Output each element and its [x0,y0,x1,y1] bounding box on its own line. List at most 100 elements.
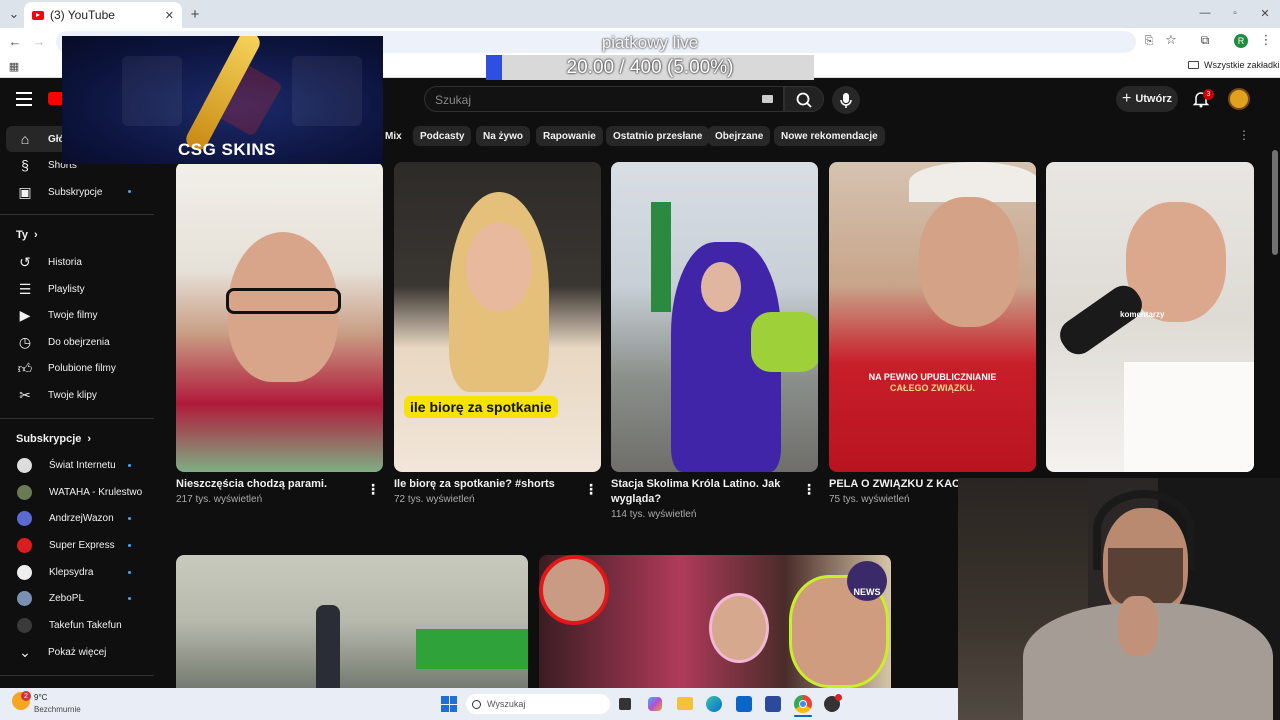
file-explorer-icon[interactable] [677,697,693,710]
channel-avatar [17,617,32,633]
tab-youtube[interactable]: (3) YouTube ✕ [24,2,182,28]
tab-close-icon[interactable]: ✕ [165,9,174,22]
menu-kebab-icon[interactable]: ⋮ [1260,32,1273,47]
outlook-icon[interactable] [736,696,752,712]
sidebar-item-subscriptions[interactable]: ▣ Subskrypcje [14,180,154,204]
create-label: Utwórz [1135,93,1172,105]
chip-live[interactable]: Na żywo [476,126,531,146]
chevron-down-icon: ⌄ [19,643,31,660]
all-bookmarks[interactable]: Wszystkie zakładki [1188,60,1280,70]
thumbnail-shirt [1124,362,1254,472]
feed-options-icon[interactable]: ⋮ [1238,128,1250,142]
video-options-icon[interactable]: ⋮ [366,481,380,498]
channel-avatar [17,537,32,553]
video-options-icon[interactable]: ⋮ [584,481,598,498]
video-thumbnail[interactable] [176,162,383,472]
tab-search-chevron-icon[interactable]: ⌄ [6,6,22,22]
sidebar-sub-takefun[interactable]: Takefun Takefun [14,613,154,637]
channel-avatar [17,590,32,606]
app-notification-dot [835,694,842,701]
minimize-icon[interactable]: — [1198,6,1212,20]
sponsor-banner: CSG SKINS [62,36,383,164]
video-title[interactable]: PELA O ZWIĄZKU Z KACZO [829,477,959,492]
back-icon[interactable]: ← [8,34,22,49]
sidebar-item-label: Super Express [49,539,115,551]
video-thumbnail[interactable] [176,555,528,688]
sidebar-sub-klepsydra[interactable]: Klepsydra [14,560,154,584]
channel-avatar [17,510,32,526]
edge-icon[interactable] [706,696,722,712]
voice-search-button[interactable] [832,86,860,114]
sidebar-item-your-videos[interactable]: ▶ Twoje filmy [14,303,154,327]
sidebar-item-liked-videos[interactable]: 👍︎ Polubione filmy [14,356,154,380]
sponsor-logo-text: CSG SKINS [178,140,277,159]
video-thumbnail[interactable]: ile biorę za spotkanie [394,162,601,472]
thumbnail-face [466,222,532,312]
cast-icon[interactable]: ⎘ [1142,34,1156,48]
subscriptions-icon: ▣ [18,183,32,200]
chip-rap[interactable]: Rapowanie [536,126,603,146]
thumbnail-face [709,593,769,663]
create-button[interactable]: + Utwórz [1116,86,1178,112]
windows-start-icon[interactable] [441,696,457,712]
subs-heading-label: Subskrypcje [16,433,82,445]
video-title[interactable]: Stacja Skolima Króla Latino. Jak [611,478,780,490]
sidebar-item-label: Subskrypcje [48,186,103,198]
apps-grid-icon[interactable]: ▦ [8,60,20,73]
search-input[interactable]: Szukaj [424,86,784,112]
video-thumbnail[interactable] [611,162,818,472]
page-scrollbar[interactable] [1272,150,1278,255]
sidebar-item-your-clips[interactable]: ✂ Twoje klipy [14,383,154,407]
weather-temperature[interactable]: 9°C [34,693,47,702]
news-badge-label: NEWS [853,587,881,597]
sidebar-sub-swiat-internetu[interactable]: Świat Internetu [14,453,154,477]
sidebar-sub-super-express[interactable]: Super Express [14,533,154,557]
extensions-icon[interactable]: ⧉ [1198,33,1212,47]
chip-new-recommendations[interactable]: Nowe rekomendacje [774,126,885,146]
video-options-icon[interactable]: ⋮ [802,481,816,498]
search-button[interactable] [784,86,824,112]
forward-icon[interactable]: → [32,34,46,49]
taskbar-search-box[interactable]: Wyszukaj [466,694,610,714]
store-icon[interactable] [765,696,781,712]
new-tab-icon[interactable]: + [188,6,202,23]
video-title[interactable]: Ile biorę za spotkanie? #shorts [394,477,574,492]
chip-watched[interactable]: Obejrzane [708,126,771,146]
video-thumbnail[interactable]: NA PEWNO UPUBLICZNIANIE CAŁEGO ZWIĄZKU. [829,162,1036,472]
video-thumbnail[interactable]: NEWS [539,555,891,688]
thumbnail-face [919,197,1019,327]
chip-podcasts[interactable]: Podcasty [413,126,472,146]
copilot-icon[interactable] [648,697,662,711]
channel-avatar [17,484,32,500]
chip-recently-uploaded[interactable]: Ostatnio przesłane [606,126,710,146]
task-view-icon[interactable] [619,698,631,710]
video-thumbnail[interactable]: komentarzy [1046,162,1254,472]
video-title-continued[interactable]: wygląda? [611,493,661,505]
chrome-icon[interactable] [794,695,812,713]
account-avatar[interactable] [1228,88,1250,110]
window-close-icon[interactable]: ✕ [1258,6,1272,20]
sidebar-sub-wataha[interactable]: WATAHA - Krulestwo [14,480,154,504]
all-bookmarks-label: Wszystkie zakładki [1204,60,1280,70]
sidebar-item-label: Twoje klipy [48,389,97,401]
hamburger-menu-icon[interactable] [16,92,32,106]
restore-icon[interactable]: ▫ [1228,6,1242,20]
sidebar-sub-zebopl[interactable]: ZeboPL [14,586,154,610]
sidebar-item-label: ZeboPL [49,592,85,604]
keyboard-icon[interactable] [762,95,773,103]
sidebar-item-watch-later[interactable]: ◷ Do obejrzenia [14,330,154,354]
sidebar-show-more[interactable]: ⌄ Pokaż więcej [14,640,154,664]
bookmark-star-icon[interactable]: ☆ [1164,32,1178,47]
sidebar-sub-andrzejwazon[interactable]: AndrzejWazon [14,506,154,530]
sidebar-item-history[interactable]: ↺ Historia [14,250,154,274]
sidebar-subscriptions-heading[interactable]: Subskrypcje › [16,433,91,445]
thumbnail-cap [909,162,1036,202]
sidebar-you-heading[interactable]: Ty › [16,229,38,241]
sidebar-item-playlists[interactable]: ☰ Playlisty [14,277,154,301]
scissors-icon: ✂ [19,386,31,403]
sidebar-item-label: AndrzejWazon [49,512,114,524]
video-title[interactable]: Nieszczęścia chodzą parami. [176,477,356,492]
profile-avatar[interactable]: R [1234,34,1248,48]
news-badge: NEWS [847,561,887,601]
search-placeholder: Szukaj [435,93,472,107]
